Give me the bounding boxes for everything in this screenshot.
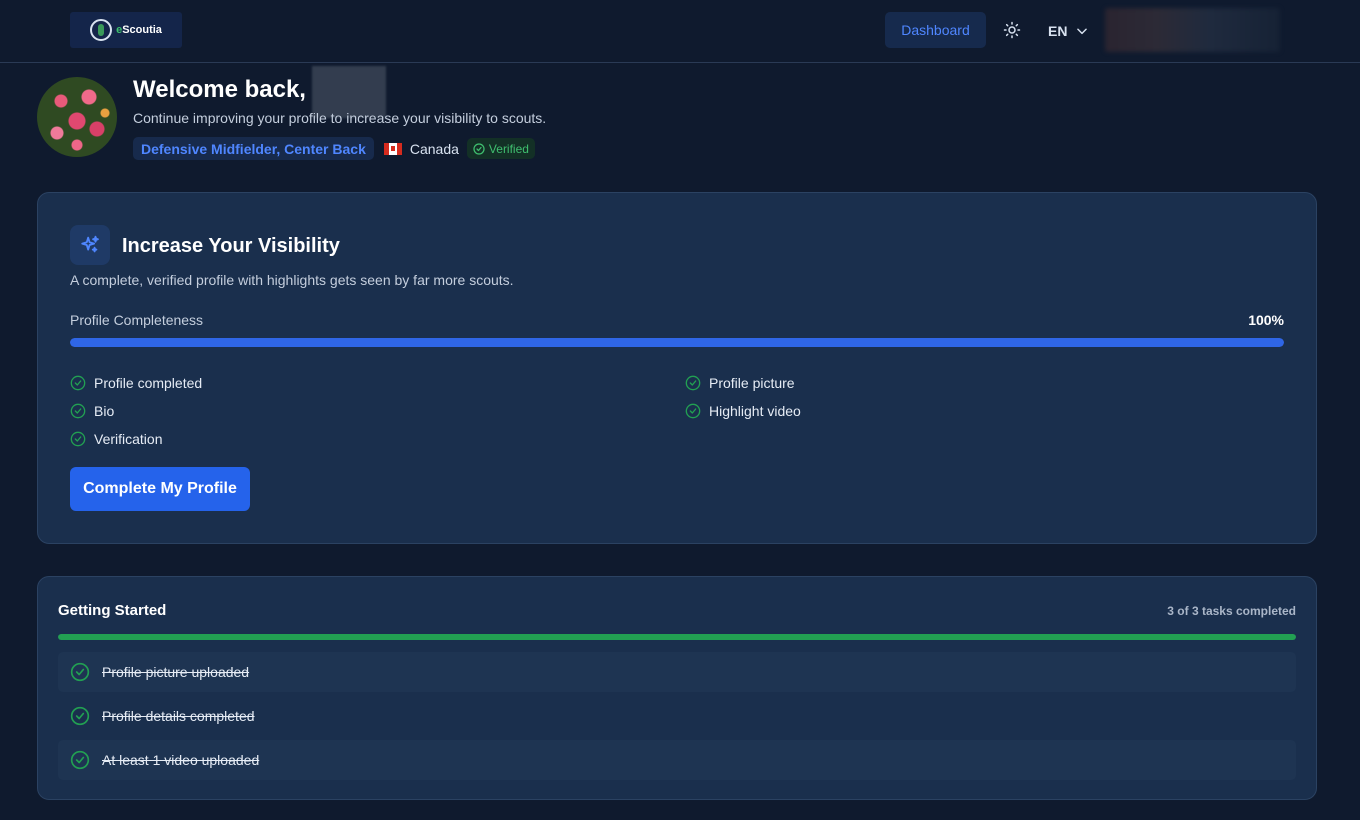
check-circle-icon (685, 403, 701, 419)
visibility-subtitle: A complete, verified profile with highli… (70, 272, 514, 288)
check-item-label: Profile picture (709, 375, 795, 391)
sparkles-icon (81, 235, 99, 253)
checklist-left: Profile completed Bio Verification (70, 369, 202, 453)
getting-started-card: Getting Started 3 of 3 tasks completed P… (37, 576, 1317, 800)
check-circle-icon (473, 142, 485, 155)
check-item-label: Profile completed (94, 375, 203, 391)
welcome-subtitle: Continue improving your profile to incre… (133, 110, 547, 126)
getting-started-title: Getting Started (58, 602, 167, 619)
sun-icon (1003, 21, 1021, 39)
completeness-label: Profile Completeness (70, 312, 204, 328)
position-badge: Defensive Midfielder, Center Back (133, 137, 374, 160)
visibility-card: Increase Your Visibility A complete, ver… (37, 192, 1317, 544)
dashboard-button[interactable]: Dashboard (885, 12, 986, 48)
check-item: Verification (70, 425, 202, 453)
task-label: Profile details completed (102, 708, 255, 724)
check-circle-icon (70, 706, 90, 726)
check-item: Bio (70, 397, 202, 425)
escoutia-logo[interactable]: eScoutia (70, 12, 182, 48)
check-circle-icon (70, 662, 90, 682)
task-item[interactable]: Profile picture uploaded (58, 652, 1296, 692)
avatar[interactable] (37, 77, 117, 157)
sparkles-icon-wrapper (70, 225, 110, 265)
tasks-progress-bar (58, 634, 1296, 640)
chevron-down-icon (1077, 28, 1088, 35)
check-item: Profile picture (685, 369, 801, 397)
language-selector[interactable]: EN (1048, 19, 1089, 43)
check-item: Profile completed (70, 369, 202, 397)
check-circle-icon (70, 431, 86, 447)
logo-emblem-icon (90, 19, 113, 41)
completeness-progress-bar (70, 338, 1284, 347)
verified-badge: Verified (466, 138, 535, 159)
logo-text: Scoutia (122, 24, 162, 36)
language-code: EN (1048, 23, 1068, 39)
check-circle-icon (70, 403, 86, 419)
check-circle-icon (70, 750, 90, 770)
check-circle-icon (70, 375, 86, 391)
task-label: At least 1 video uploaded (102, 752, 260, 768)
complete-profile-button[interactable]: Complete My Profile (70, 467, 250, 511)
top-navigation-bar: eScoutia Dashboard EN (0, 0, 1360, 63)
welcome-title: Welcome back, (133, 76, 306, 103)
checklist-right: Profile picture Highlight video (685, 369, 801, 425)
check-circle-icon (685, 375, 701, 391)
visibility-title: Increase Your Visibility (122, 235, 340, 257)
verified-label: Verified (488, 141, 529, 156)
tasks-progress-fill (58, 634, 1296, 640)
theme-toggle-button[interactable] (1000, 18, 1024, 42)
country-label: Canada (409, 140, 459, 157)
task-label: Profile picture uploaded (102, 664, 250, 680)
canada-flag-icon (383, 142, 402, 155)
task-item[interactable]: Profile details completed (58, 696, 1296, 736)
check-item: Highlight video (685, 397, 801, 425)
profile-chips: Defensive Midfielder, Center Back Canada… (133, 137, 535, 160)
completeness-progress-fill (70, 338, 1284, 347)
check-item-label: Verification (94, 431, 163, 447)
task-item[interactable]: At least 1 video uploaded (58, 740, 1296, 780)
completeness-value: 100% (1248, 312, 1284, 328)
user-menu-blurred[interactable] (1105, 8, 1280, 52)
check-item-label: Bio (94, 403, 115, 419)
check-item-label: Highlight video (709, 403, 801, 419)
tasks-count: 3 of 3 tasks completed (1167, 604, 1296, 618)
